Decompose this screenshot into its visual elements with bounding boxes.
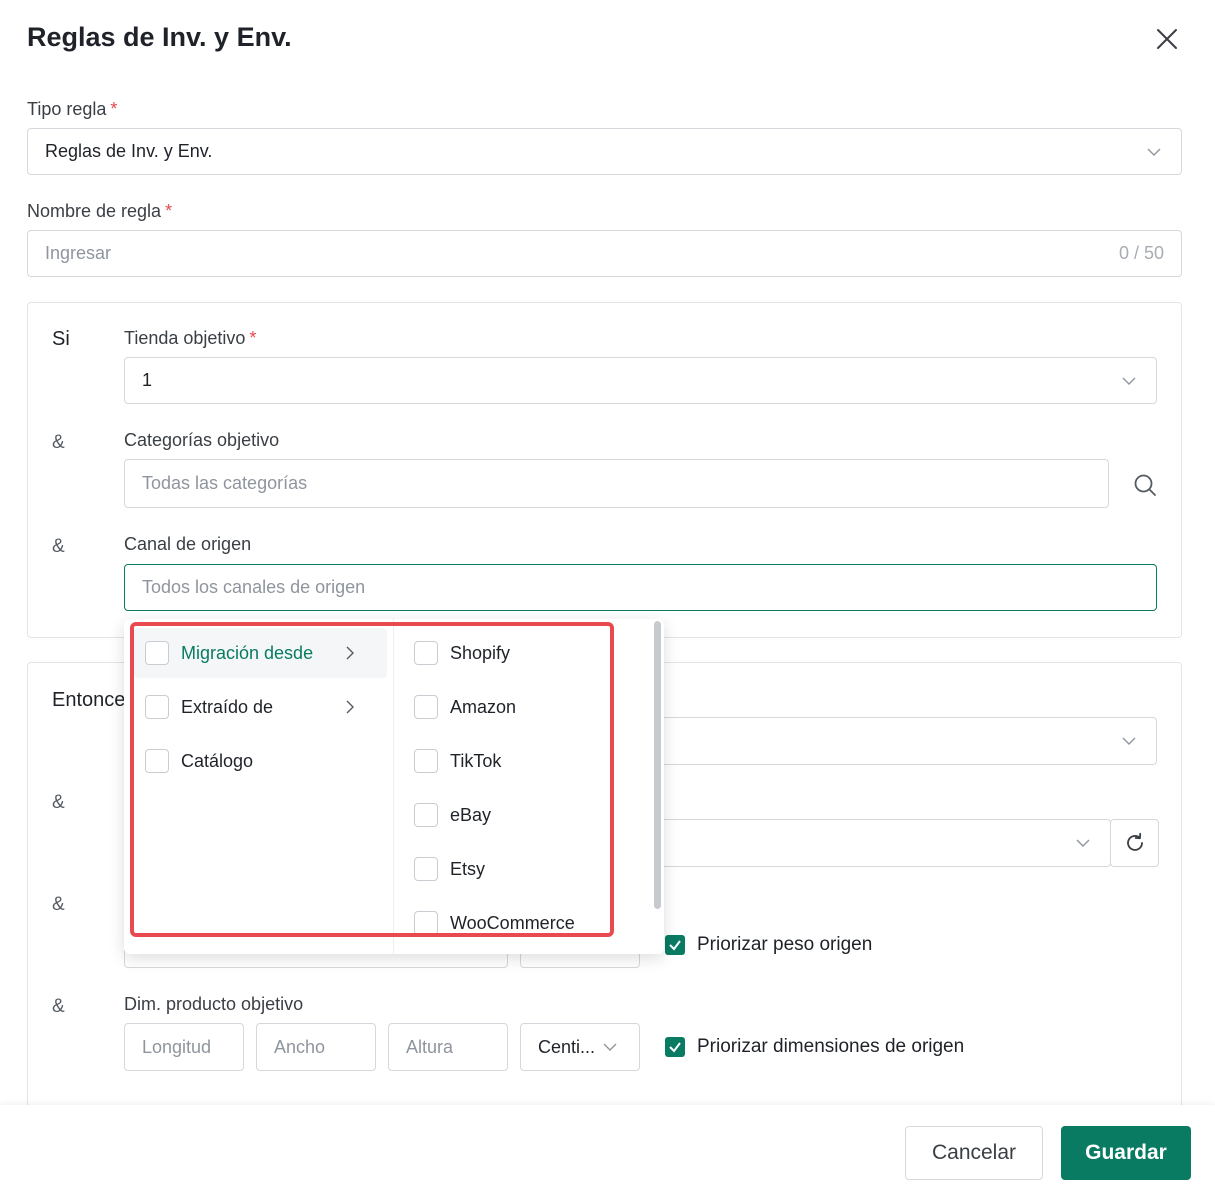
- dialog-title: Reglas de Inv. y Env.: [27, 22, 292, 52]
- priority-weight-label: Priorizar peso origen: [697, 934, 873, 955]
- refresh-button[interactable]: [1110, 819, 1159, 867]
- checkbox[interactable]: [414, 803, 438, 827]
- priority-dims-label: Priorizar dimensiones de origen: [697, 1036, 965, 1057]
- checkbox[interactable]: [145, 641, 169, 665]
- dropdown-option[interactable]: Etsy: [404, 844, 485, 894]
- and-connector: &: [52, 432, 65, 453]
- then-label: Entonces: [52, 689, 136, 711]
- target-dims-label: Dim. producto objetivo: [124, 994, 304, 1014]
- chevron-down-icon: [1122, 737, 1136, 745]
- dims-unit-select[interactable]: Centi...: [520, 1023, 640, 1071]
- and-connector: &: [52, 536, 65, 557]
- check-icon: [669, 1042, 681, 1053]
- dropdown-option[interactable]: eBay: [404, 790, 491, 840]
- search-icon[interactable]: [1133, 473, 1157, 497]
- if-label: Si: [52, 328, 70, 350]
- length-input[interactable]: Longitud: [124, 1023, 244, 1071]
- target-store-select[interactable]: 1: [124, 357, 1157, 404]
- dropdown-scrollbar[interactable]: [654, 621, 661, 909]
- chevron-down-icon: [1076, 839, 1090, 847]
- source-channel-dropdown: Migración desde Extraído de Catálogo Sho…: [124, 619, 664, 954]
- width-input[interactable]: Ancho: [256, 1023, 376, 1071]
- rule-type-select[interactable]: Reglas de Inv. y Env.: [27, 128, 1182, 175]
- priority-dims-checkbox[interactable]: [665, 1037, 685, 1057]
- rule-type-label: Tipo regla *: [27, 99, 118, 119]
- target-store-label: Tienda objetivo *: [124, 328, 257, 348]
- and-connector: &: [52, 894, 65, 915]
- checkbox[interactable]: [414, 749, 438, 773]
- chevron-down-icon: [603, 1043, 617, 1051]
- checkbox[interactable]: [145, 695, 169, 719]
- dims-unit-value: Centi...: [538, 1036, 596, 1057]
- target-categories-input[interactable]: Todas las categorías: [124, 459, 1109, 508]
- height-input[interactable]: Altura: [388, 1023, 508, 1071]
- target-categories-label: Categorías objetivo: [124, 430, 280, 450]
- chevron-down-icon: [1147, 148, 1161, 156]
- chevron-down-icon: [1122, 377, 1136, 385]
- chevron-right-icon: [346, 700, 354, 714]
- close-icon: [1157, 29, 1177, 49]
- rule-name-placeholder: Ingresar: [45, 243, 112, 263]
- refresh-icon: [1126, 832, 1143, 851]
- close-button[interactable]: [1150, 22, 1184, 56]
- cancel-button[interactable]: Cancelar: [905, 1126, 1043, 1180]
- dropdown-groups: Migración desde Extraído de Catálogo: [124, 619, 394, 954]
- and-connector: &: [52, 792, 65, 813]
- check-icon: [669, 940, 681, 951]
- source-channel-input[interactable]: Todos los canales de origen: [124, 564, 1157, 611]
- checkbox[interactable]: [414, 641, 438, 665]
- save-button[interactable]: Guardar: [1061, 1126, 1191, 1180]
- priority-weight-checkbox[interactable]: [665, 935, 685, 955]
- dropdown-group-catalog[interactable]: Catálogo: [134, 736, 387, 786]
- dropdown-option[interactable]: WooCommerce: [404, 898, 575, 948]
- rule-name-label: Nombre de regla *: [27, 201, 173, 221]
- target-categories-placeholder: Todas las categorías: [142, 473, 308, 493]
- chevron-right-icon: [346, 646, 354, 660]
- target-store-value: 1: [142, 370, 153, 390]
- rule-type-value: Reglas de Inv. y Env.: [45, 141, 213, 161]
- checkbox[interactable]: [414, 857, 438, 881]
- dropdown-group-extracted[interactable]: Extraído de: [134, 682, 387, 732]
- checkbox[interactable]: [414, 695, 438, 719]
- and-connector: &: [52, 996, 65, 1017]
- source-channel-label: Canal de origen: [124, 534, 252, 554]
- char-counter: 0 / 50: [1118, 243, 1164, 263]
- checkbox[interactable]: [145, 749, 169, 773]
- dropdown-option[interactable]: Shopify: [404, 628, 510, 678]
- rule-name-input[interactable]: Ingresar 0 / 50: [27, 230, 1182, 277]
- source-channel-placeholder: Todos los canales de origen: [142, 577, 366, 597]
- dropdown-option[interactable]: TikTok: [404, 736, 501, 786]
- dropdown-option[interactable]: Amazon: [404, 682, 516, 732]
- checkbox[interactable]: [414, 911, 438, 935]
- dropdown-group-migration[interactable]: Migración desde: [134, 628, 387, 678]
